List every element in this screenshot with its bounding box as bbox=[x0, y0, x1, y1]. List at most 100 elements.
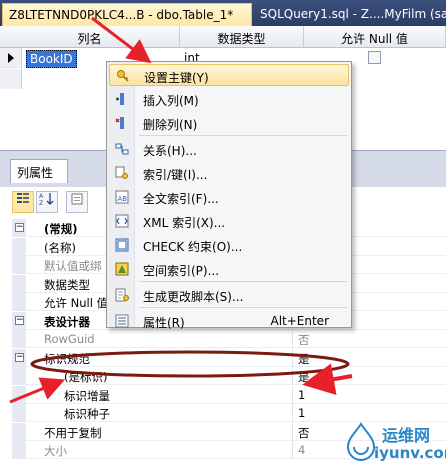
column-header-allow-null[interactable]: 允许 Null 值 bbox=[304, 26, 446, 48]
property-value[interactable]: 否 bbox=[298, 332, 310, 348]
property-divider bbox=[292, 404, 293, 422]
document-tab-strip: Z8LTETNND0PKLC4...B - dbo.Table_1* SQLQu… bbox=[0, 0, 446, 26]
menu-item-label: 关系(H)... bbox=[143, 144, 197, 158]
properties-icon bbox=[115, 314, 129, 328]
property-name: 数据类型 bbox=[44, 277, 90, 292]
property-row-gutter bbox=[12, 293, 26, 311]
menu-separator bbox=[139, 135, 347, 136]
property-name: 大小 bbox=[44, 444, 67, 458]
menu-item[interactable]: 删除列(N) bbox=[109, 112, 349, 134]
menu-item-shortcut: Alt+Enter bbox=[270, 314, 329, 328]
property-name: (名称) bbox=[44, 240, 76, 255]
menu-item-label: XML 索引(X)... bbox=[143, 216, 226, 230]
watermark-url: iyunv.com bbox=[374, 444, 446, 462]
menu-item-label: 生成更改脚本(S)... bbox=[143, 290, 244, 304]
property-pages-icon[interactable] bbox=[66, 191, 88, 213]
property-row-gutter bbox=[12, 256, 26, 274]
property-value[interactable]: 1 bbox=[298, 388, 305, 402]
generate-script-icon bbox=[115, 288, 129, 302]
property-row-gutter bbox=[12, 441, 26, 459]
categorized-icon[interactable] bbox=[12, 191, 34, 213]
property-name: 标识种子 bbox=[64, 407, 110, 421]
property-value[interactable]: 4 bbox=[298, 443, 305, 457]
property-row-gutter bbox=[12, 385, 26, 404]
property-row[interactable]: 标识增量 1 bbox=[12, 385, 446, 404]
tab-table-designer[interactable]: Z8LTETNND0PKLC4...B - dbo.Table_1* bbox=[2, 3, 252, 26]
property-row[interactable]: (是标识) 是 bbox=[12, 367, 446, 385]
property-name: 标识规范 bbox=[44, 351, 90, 366]
delete-column-icon bbox=[115, 116, 129, 130]
property-name: (常规) bbox=[44, 222, 78, 236]
menu-item-label: 索引/键(I)... bbox=[143, 168, 208, 182]
svg-text:Z: Z bbox=[39, 200, 43, 206]
column-header-type[interactable]: 数据类型 bbox=[180, 26, 304, 48]
property-name: 默认值或绑 bbox=[44, 259, 102, 273]
property-row-gutter bbox=[12, 422, 26, 441]
relationship-icon bbox=[115, 142, 129, 156]
menu-item-label: 全文索引(F)... bbox=[143, 192, 219, 206]
watermark: 运维网 iyunv.com bbox=[344, 418, 446, 468]
menu-item[interactable]: CHECK 约束(O)... bbox=[109, 234, 349, 256]
property-name: RowGuid bbox=[44, 332, 95, 346]
row-selector[interactable] bbox=[0, 48, 22, 68]
menu-item-label: CHECK 约束(O)... bbox=[143, 240, 243, 254]
collapse-toggle-icon[interactable]: − bbox=[15, 223, 24, 232]
svg-text:AB: AB bbox=[118, 195, 128, 203]
menu-item-label: 删除列(N) bbox=[143, 118, 198, 132]
menu-item-label: 插入列(M) bbox=[143, 94, 199, 108]
property-value[interactable]: 1 bbox=[298, 406, 305, 420]
column-name-value[interactable]: BookID bbox=[26, 50, 77, 68]
property-value[interactable]: 是 bbox=[298, 369, 310, 385]
menu-item[interactable]: 空间索引(P)... bbox=[109, 258, 349, 280]
menu-item[interactable]: 插入列(M) bbox=[109, 88, 349, 110]
property-divider bbox=[292, 441, 293, 459]
alphabetical-icon[interactable]: AZ bbox=[36, 191, 58, 213]
menu-separator bbox=[139, 307, 347, 308]
property-divider bbox=[292, 385, 293, 404]
property-divider bbox=[292, 422, 293, 441]
menu-item[interactable]: 关系(H)... bbox=[109, 138, 349, 160]
menu-item[interactable]: AB 全文索引(F)... bbox=[109, 186, 349, 208]
property-divider bbox=[292, 330, 293, 348]
property-row-gutter bbox=[12, 237, 26, 256]
collapse-toggle-icon[interactable]: − bbox=[15, 315, 24, 325]
menu-item-label: 空间索引(P)... bbox=[143, 264, 220, 278]
grid-header: 列名 数据类型 允许 Null 值 bbox=[0, 26, 446, 48]
property-name: 不用于复制 bbox=[44, 425, 102, 440]
menu-separator bbox=[139, 281, 347, 282]
menu-item-label: 属性(R) bbox=[143, 316, 185, 330]
property-value[interactable]: 否 bbox=[298, 425, 310, 441]
property-divider bbox=[292, 367, 293, 385]
watermark-chinese: 运维网 bbox=[382, 426, 431, 445]
property-name: 标识增量 bbox=[64, 388, 110, 403]
property-row[interactable]: RowGuid 否 bbox=[12, 330, 446, 348]
collapse-toggle-icon[interactable]: − bbox=[15, 352, 24, 362]
menu-item[interactable]: 生成更改脚本(S)... bbox=[109, 284, 349, 306]
property-row-gutter bbox=[12, 404, 26, 422]
property-value[interactable]: 是 bbox=[298, 351, 310, 367]
property-row-gutter bbox=[12, 367, 26, 385]
insert-column-icon bbox=[115, 92, 129, 106]
fulltext-index-icon: AB bbox=[115, 190, 129, 204]
property-name: 表设计器 bbox=[44, 314, 90, 329]
tab-column-properties[interactable]: 列属性 bbox=[10, 159, 68, 183]
tab-sql-query[interactable]: SQLQuery1.sql - Z....MyFilm (sa ( bbox=[254, 3, 446, 26]
watermark-logo-icon bbox=[346, 422, 376, 461]
menu-item[interactable]: 设置主键(Y) bbox=[109, 64, 349, 86]
empty-row-selector[interactable] bbox=[0, 69, 22, 89]
menu-item[interactable]: 索引/键(I)... bbox=[109, 162, 349, 184]
property-name: 允许 Null 值 bbox=[44, 296, 109, 310]
current-row-arrow-icon bbox=[8, 53, 14, 63]
index-key-icon bbox=[115, 166, 129, 180]
key-icon bbox=[116, 69, 130, 83]
property-name: (是标识) bbox=[64, 370, 108, 384]
spatial-index-icon bbox=[115, 262, 129, 276]
property-row[interactable]: − 标识规范 是 bbox=[12, 348, 446, 367]
column-header-name[interactable]: 列名 bbox=[0, 26, 180, 48]
property-row-gutter bbox=[12, 330, 26, 348]
allow-null-checkbox[interactable] bbox=[368, 51, 381, 64]
menu-item[interactable]: XML 索引(X)... bbox=[109, 210, 349, 232]
menu-item[interactable]: 属性(R) Alt+Enter bbox=[109, 310, 349, 332]
svg-text:A: A bbox=[39, 193, 44, 200]
context-menu: 设置主键(Y) 插入列(M) 删除列(N) 关系(H)... 索引/键(I)... AB 全… bbox=[106, 61, 352, 330]
